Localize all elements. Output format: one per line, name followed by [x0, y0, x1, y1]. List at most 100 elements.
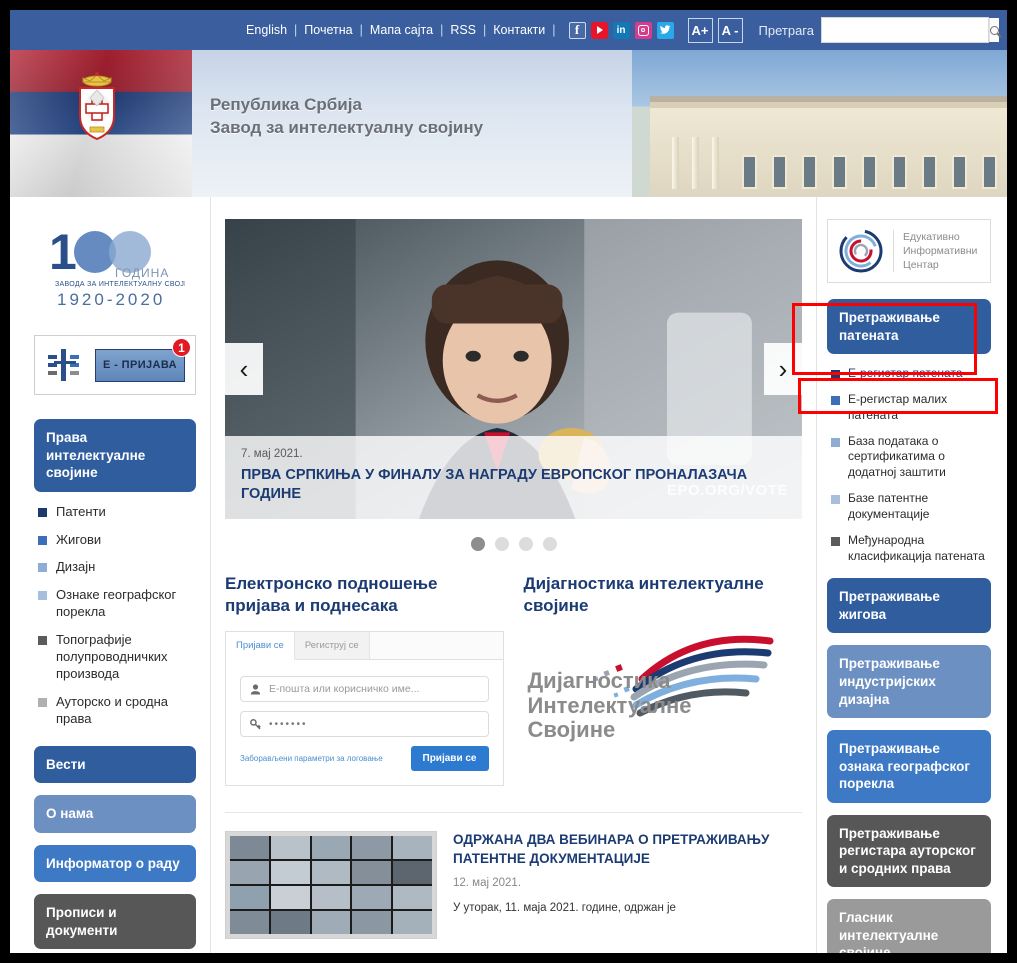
nav-separator: | [552, 23, 556, 37]
nav-link-rss[interactable]: RSS [449, 23, 477, 37]
diagnostics-logo-line2: Интелектуалне [527, 692, 692, 718]
carousel-next-button[interactable]: › [764, 343, 802, 395]
nav-separator: | [359, 23, 363, 37]
institute-building-photo [632, 50, 1007, 197]
list-item[interactable]: Ауторско и сродна права [38, 694, 196, 728]
trademark-search-button[interactable]: Претраживање жигова [827, 578, 991, 634]
link-label: Базе патентне документације [848, 491, 930, 521]
coat-of-arms-icon [79, 72, 115, 141]
centennial-logo: 1 ГОДИНА ЗАВОДА ЗА ИНТЕЛЕКТУАЛНУ СВОЈИНУ… [34, 219, 196, 311]
twitter-icon[interactable] [656, 21, 674, 39]
list-item[interactable]: Жигови [38, 532, 196, 549]
facebook-icon[interactable]: f [568, 21, 586, 39]
main-content: 1 ГОДИНА ЗАВОДА ЗА ИНТЕЛЕКТУАЛНУ СВОЈИНУ… [10, 197, 1007, 953]
list-item[interactable]: Е-регистар малих патената [831, 392, 991, 424]
e-application-widget[interactable]: Е - ПРИЈАВА 1 [34, 335, 196, 395]
carousel-dot-2[interactable] [494, 537, 509, 551]
sidebar-item-informator[interactable]: Информатор о раду [34, 844, 196, 883]
notification-badge: 1 [172, 338, 191, 357]
font-size-controls: A+ A - [687, 17, 743, 43]
bullet-icon [38, 535, 47, 545]
hero-carousel[interactable]: ‹ › EPO.ORG/VOTE 7. мај 2021. ПРВА СРПКИ… [225, 219, 802, 519]
nav-separator: | [294, 23, 298, 37]
search-button[interactable] [989, 18, 999, 42]
tab-register[interactable]: Региструј се [294, 632, 370, 660]
design-search-button[interactable]: Претраживање индустријских дизајна [827, 645, 991, 719]
diagnostics-logo-text: Дијагностика Интелектуалне Својине [528, 669, 692, 743]
bullet-icon [831, 370, 840, 380]
list-item[interactable]: Базе патентне документације [831, 491, 991, 523]
e-filing-section: Електронско подношење пријава и поднесак… [225, 573, 504, 787]
carousel-prev-button[interactable]: ‹ [225, 343, 263, 395]
geo-indication-search-button[interactable]: Претраживање ознака географског порекла [827, 730, 991, 803]
nav-link-home[interactable]: Почетна [303, 23, 353, 37]
news-date: 12. мај 2021. [453, 876, 522, 889]
list-item[interactable]: Дизајн [38, 559, 196, 576]
news-body: ОДРЖАНА ДВА ВЕБИНАРА О ПРЕТРАЖИВАЊУ ПАТЕ… [453, 831, 802, 939]
login-tabs: Пријави се Региструј се [226, 632, 503, 661]
center-column: ‹ › EPO.ORG/VOTE 7. мај 2021. ПРВА СРПКИ… [210, 197, 817, 953]
password-value: ••••••• [269, 718, 308, 730]
nav-separator: | [440, 23, 444, 37]
bullet-icon [38, 591, 47, 601]
sidebar-item-news[interactable]: Вести [34, 745, 196, 784]
list-item[interactable]: Патенти [38, 504, 196, 521]
nav-link-sitemap[interactable]: Мапа сајта [369, 23, 434, 37]
search-input[interactable] [822, 18, 989, 42]
carousel-dot-3[interactable] [518, 537, 533, 551]
news-excerpt: У уторак, 11. маја 2021. године, одржан … [453, 901, 676, 914]
carousel-dot-1[interactable] [470, 537, 485, 551]
password-field[interactable]: ••••••• [240, 711, 489, 738]
search-box[interactable] [821, 17, 999, 43]
copyright-register-search-button[interactable]: Претраживање регистара ауторског и сродн… [827, 814, 991, 888]
username-placeholder: Е-пошта или корисничко име... [269, 683, 420, 696]
carousel-pagination [225, 537, 802, 551]
news-headline[interactable]: ОДРЖАНА ДВА ВЕБИНАРА О ПРЕТРАЖИВАЊУ ПАТЕ… [453, 831, 802, 869]
link-label[interactable]: Е-регистар патената [848, 366, 963, 382]
login-widget: Пријави се Региструј се Е-пошта или кори… [225, 631, 504, 787]
instagram-icon[interactable] [634, 21, 652, 39]
nav-separator: | [483, 23, 487, 37]
font-decrease-button[interactable]: A - [717, 17, 743, 43]
nav-link-english[interactable]: English [245, 23, 288, 37]
list-item[interactable]: Међународна класификација патената [831, 533, 991, 565]
list-item[interactable]: База података о сертификатима о додатној… [831, 434, 991, 481]
top-utility-bar: English | Почетна | Мапа сајта | RSS | К… [10, 10, 1007, 50]
site-header-banner: Република Србија Завод за интелектуалну … [10, 50, 1007, 197]
eic-line2: Информативни [903, 244, 978, 257]
eic-banner[interactable]: Едукативно Информативни Центар [827, 219, 991, 283]
linkedin-icon[interactable]: in [612, 21, 630, 39]
carousel-caption: 7. мај 2021. ПРВА СРПКИЊА У ФИНАЛУ ЗА НА… [225, 435, 802, 519]
diagnostics-logo-line1: Дијагностика [527, 668, 671, 694]
tab-login[interactable]: Пријави се [226, 632, 295, 661]
diagnostics-section: Дијагностика интелектуалне својине Дијаг… [524, 573, 803, 786]
carousel-headline[interactable]: ПРВА СРПКИЊА У ФИНАЛУ ЗА НАГРАДУ ЕВРОПСК… [241, 466, 786, 505]
link-label: База података о сертификатима о додатној… [848, 433, 946, 480]
forgot-password-link[interactable]: Заборављени параметри за логовање [240, 754, 383, 763]
font-increase-button[interactable]: A+ [687, 17, 713, 43]
eic-line1: Едукативно [903, 230, 960, 243]
list-item-e-register-patents[interactable]: Е-регистар патената [831, 366, 991, 382]
list-item[interactable]: Ознаке географског порекла [38, 587, 196, 621]
page-title: Република Србија Завод за интелектуалну … [210, 94, 483, 140]
username-field[interactable]: Е-пошта или корисничко име... [240, 676, 489, 703]
e-application-button[interactable]: Е - ПРИЈАВА [95, 348, 185, 382]
bullet-icon [831, 437, 840, 447]
list-item[interactable]: Топографије полупроводничких производа [38, 632, 196, 683]
sidebar-item-regulations[interactable]: Прописи и документи [34, 894, 196, 950]
youtube-icon[interactable] [590, 21, 608, 39]
ip-gazette-button[interactable]: Гласник интелектуалне својине [827, 899, 991, 953]
sidebar-item-label: Ознаке географског порекла [56, 587, 177, 620]
login-form: Е-пошта или корисничко име... ••••••• За… [226, 660, 503, 785]
news-thumbnail[interactable] [225, 831, 437, 940]
nav-link-contacts[interactable]: Контакти [492, 23, 546, 37]
carousel-dot-4[interactable] [542, 537, 557, 551]
sidebar-item-about[interactable]: О нама [34, 795, 196, 833]
login-submit-button[interactable]: Пријави се [410, 746, 489, 772]
sidebar-item-rights[interactable]: Права интелектуалне својине [34, 419, 196, 492]
news-item[interactable]: ОДРЖАНА ДВА ВЕБИНАРА О ПРЕТРАЖИВАЊУ ПАТЕ… [225, 812, 802, 940]
bullet-icon [38, 636, 47, 646]
patent-search-button[interactable]: Претраживање патената [827, 299, 991, 355]
left-sidebar: 1 ГОДИНА ЗАВОДА ЗА ИНТЕЛЕКТУАЛНУ СВОЈИНУ… [10, 197, 210, 953]
top-nav-links: English | Почетна | Мапа сајта | RSS | К… [245, 21, 674, 39]
